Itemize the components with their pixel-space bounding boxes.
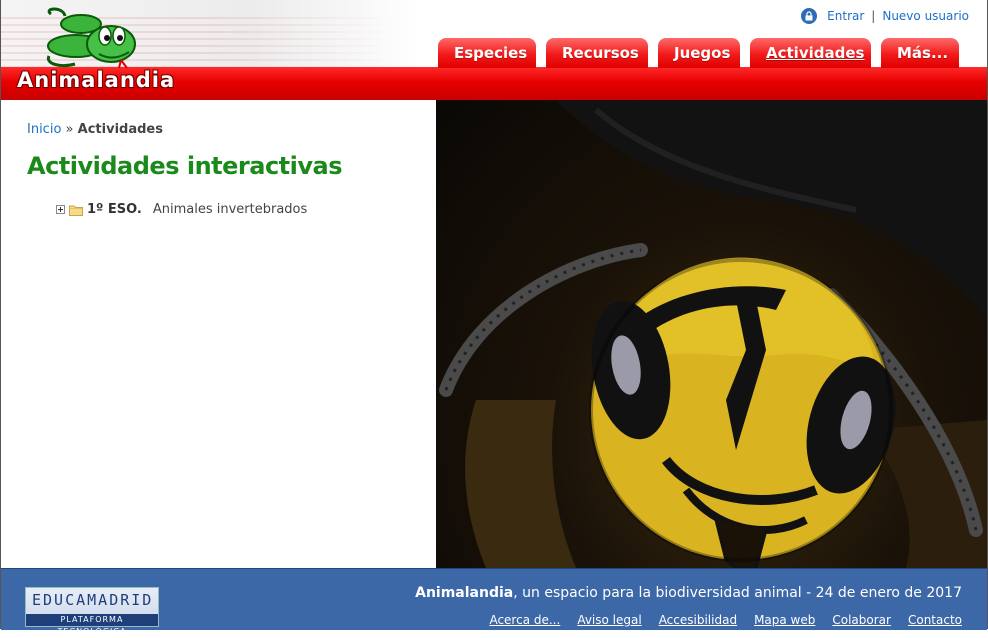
educamadrid-logo-subtext: PLATAFORMA TECNOLÓGICA (26, 614, 158, 636)
main-nav-tabs: Especies Recursos Juegos Actividades Más… (438, 38, 959, 68)
footer-tagline-text: , un espacio para la biodiversidad anima… (513, 585, 962, 601)
tab-label: Más... (897, 44, 949, 62)
tab-label: Recursos (562, 44, 639, 62)
footer-link-accesibilidad[interactable]: Accesibilidad (659, 613, 737, 627)
tab-actividades[interactable]: Actividades (750, 38, 871, 68)
site-header: Animalandia Entrar | Nuevo usuario Espec… (1, 0, 987, 100)
footer-link-contacto[interactable]: Contacto (908, 613, 962, 627)
site-logo-text[interactable]: Animalandia (17, 68, 175, 92)
footer-links: Acerca de... Aviso legal Accesibilidad M… (489, 613, 962, 627)
header-photo-wasp (436, 100, 987, 568)
footer-link-acerca[interactable]: Acerca de... (489, 613, 560, 627)
footer-brand: Animalandia (415, 585, 514, 601)
lock-icon (801, 8, 818, 24)
educamadrid-logo[interactable]: EDUCAMADRID PLATAFORMA TECNOLÓGICA (25, 587, 159, 636)
user-links-separator: | (871, 9, 876, 23)
tab-label: Especies (454, 44, 528, 62)
user-links: Entrar | Nuevo usuario (801, 8, 969, 24)
breadcrumb-home-link[interactable]: Inicio (27, 122, 61, 137)
tab-label: Juegos (674, 44, 731, 62)
tab-especies[interactable]: Especies (438, 38, 536, 68)
tab-mas[interactable]: Más... (881, 38, 959, 68)
folder-icon (69, 205, 83, 216)
footer-tagline: Animalandia, un espacio para la biodiver… (415, 585, 962, 601)
footer-link-mapa-web[interactable]: Mapa web (754, 613, 815, 627)
main-content: Inicio » Actividades Actividades interac… (1, 100, 987, 568)
register-link[interactable]: Nuevo usuario (882, 9, 969, 23)
page-title: Actividades interactivas (27, 152, 343, 180)
breadcrumb: Inicio » Actividades (27, 122, 163, 137)
breadcrumb-current: Actividades (77, 122, 163, 137)
tab-juegos[interactable]: Juegos (658, 38, 740, 68)
educamadrid-logo-text: EDUCAMADRID (32, 591, 154, 609)
login-link[interactable]: Entrar (827, 9, 864, 23)
tree-course-label: 1º ESO. (87, 202, 142, 217)
breadcrumb-separator: » (65, 122, 74, 137)
expand-icon[interactable] (56, 205, 65, 214)
tree-topic-label: Animales invertebrados (152, 202, 308, 217)
site-footer: EDUCAMADRID PLATAFORMA TECNOLÓGICA Anima… (1, 568, 987, 636)
footer-link-aviso-legal[interactable]: Aviso legal (577, 613, 641, 627)
tab-label: Actividades (766, 44, 865, 62)
tab-recursos[interactable]: Recursos (546, 38, 648, 68)
content-column: Inicio » Actividades Actividades interac… (1, 100, 435, 568)
snake-logo-icon[interactable] (41, 6, 141, 72)
footer-link-colaborar[interactable]: Colaborar (832, 613, 891, 627)
tree-item[interactable]: 1º ESO. Animales invertebrados (56, 202, 307, 217)
